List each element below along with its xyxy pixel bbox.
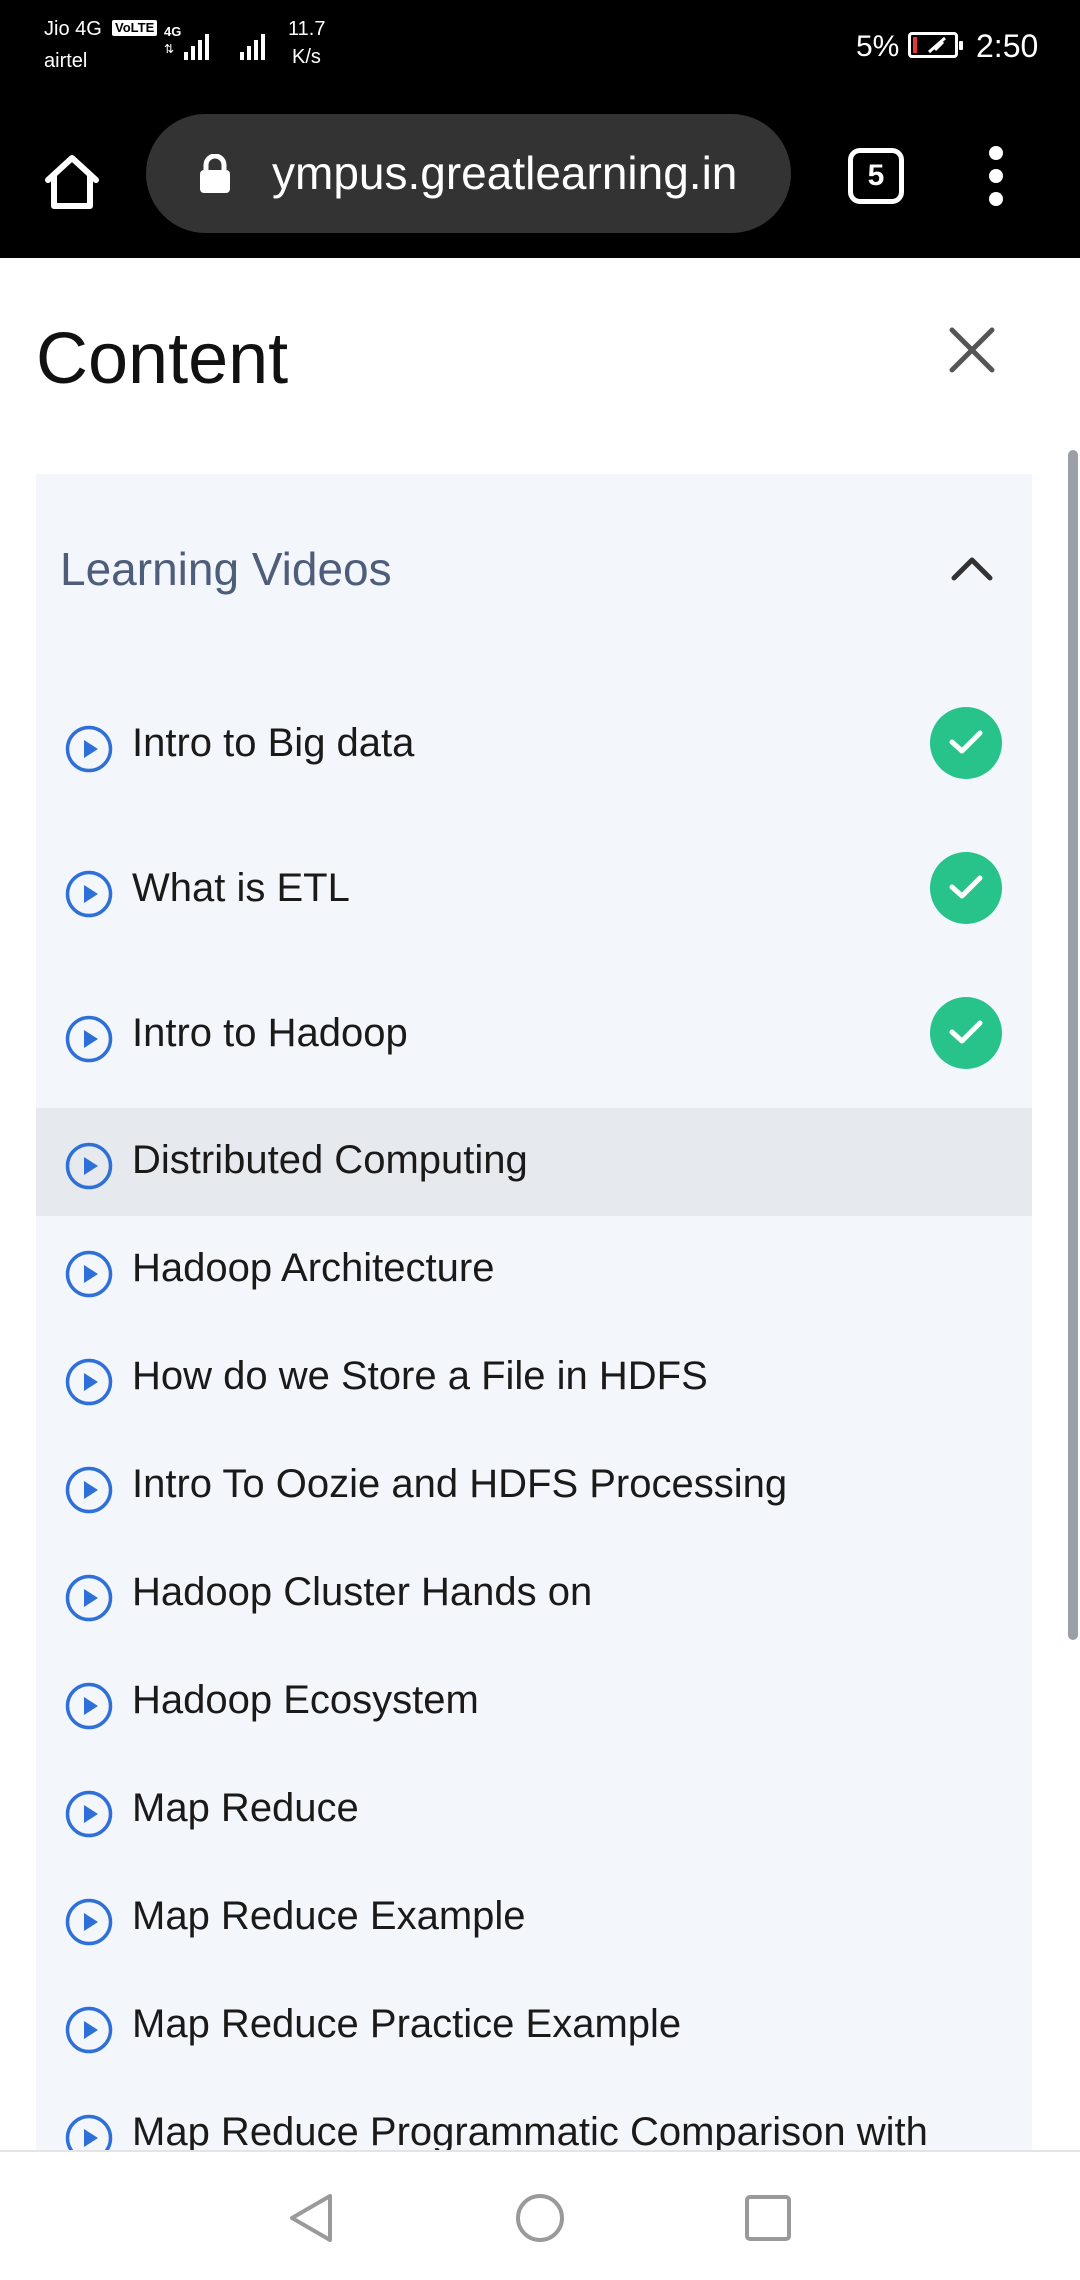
- recents-icon[interactable]: [744, 2194, 792, 2247]
- play-circle-icon: [65, 1142, 113, 1190]
- video-item[interactable]: Distributed Computing: [36, 1108, 1032, 1216]
- video-title: Map Reduce: [132, 1786, 359, 1830]
- video-title: Intro to Big data: [132, 720, 415, 765]
- lock-icon: [198, 153, 232, 194]
- play-circle-icon: [65, 1574, 113, 1622]
- data-speed-value: 11.7: [288, 18, 326, 40]
- section-title[interactable]: Learning Videos: [60, 542, 392, 596]
- video-item[interactable]: Map Reduce: [36, 1756, 1032, 1864]
- video-item[interactable]: Hadoop Architecture: [36, 1216, 1032, 1324]
- status-bar: Jio 4G VoLTE airtel 4G ⇅ 11.7 K/s 5% 2:5…: [0, 0, 1080, 100]
- battery-icon: [908, 32, 963, 58]
- play-circle-icon: [65, 1898, 113, 1946]
- overflow-menu-icon[interactable]: [978, 144, 1014, 208]
- video-title: Map Reduce Example: [132, 1894, 526, 1938]
- carrier-primary: Jio 4G: [44, 18, 102, 40]
- video-title: Distributed Computing: [132, 1138, 528, 1182]
- play-circle-icon: [65, 1682, 113, 1730]
- address-bar[interactable]: ympus.greatlearning.in: [146, 114, 791, 233]
- carrier-secondary: airtel: [44, 50, 88, 72]
- learning-videos-panel: Learning Videos Intro to Big data What is…: [36, 474, 1032, 2162]
- video-title: Hadoop Architecture: [132, 1246, 495, 1290]
- back-icon[interactable]: [286, 2192, 336, 2249]
- signal-strength-icon: [184, 28, 214, 60]
- clock: 2:50: [976, 28, 1039, 64]
- network-type: 4G: [164, 24, 182, 39]
- play-circle-icon: [65, 870, 113, 917]
- video-item[interactable]: Hadoop Cluster Hands on: [36, 1540, 1032, 1648]
- signal-strength-icon: [240, 28, 270, 60]
- video-title: What is ETL: [132, 865, 350, 910]
- video-title: Hadoop Cluster Hands on: [132, 1570, 593, 1614]
- video-item[interactable]: Map Reduce Example: [36, 1864, 1032, 1972]
- video-item[interactable]: How do we Store a File in HDFS: [36, 1324, 1032, 1432]
- play-circle-icon: [65, 725, 113, 772]
- video-item[interactable]: Intro To Oozie and HDFS Processing: [36, 1432, 1032, 1540]
- play-circle-icon: [65, 1015, 113, 1062]
- video-item[interactable]: Intro to Hadoop: [36, 962, 1032, 1107]
- system-nav-bar: [0, 2150, 1080, 2280]
- browser-toolbar: ympus.greatlearning.in 5: [0, 100, 1080, 258]
- video-item[interactable]: Hadoop Ecosystem: [36, 1648, 1032, 1756]
- url-text: ympus.greatlearning.in: [272, 147, 738, 199]
- video-title: Hadoop Ecosystem: [132, 1678, 479, 1722]
- completed-check-icon: [930, 851, 1002, 924]
- volte-badge: VoLTE: [112, 20, 158, 36]
- play-circle-icon: [65, 1250, 113, 1298]
- completed-check-icon: [930, 706, 1002, 779]
- video-title: Intro To Oozie and HDFS Processing: [132, 1462, 788, 1506]
- video-item[interactable]: Map Reduce Practice Example: [36, 1972, 1032, 2080]
- data-arrows-icon: ⇅: [164, 42, 175, 56]
- play-circle-icon: [65, 1358, 113, 1406]
- video-title: Map Reduce Practice Example: [132, 2002, 682, 2046]
- play-circle-icon: [65, 2006, 113, 2054]
- video-item[interactable]: Intro to Big data: [36, 672, 1032, 817]
- home-circle-icon[interactable]: [514, 2192, 566, 2249]
- play-circle-icon: [65, 1466, 113, 1514]
- video-item[interactable]: What is ETL: [36, 817, 1032, 962]
- tabs-button[interactable]: 5: [848, 148, 904, 204]
- video-title: Map Reduce Programmatic Comparison with: [132, 2110, 928, 2154]
- completed-check-icon: [930, 996, 1002, 1069]
- close-icon[interactable]: [946, 324, 998, 376]
- video-title: How do we Store a File in HDFS: [132, 1354, 708, 1398]
- video-title: Intro to Hadoop: [132, 1010, 408, 1055]
- play-circle-icon: [65, 1790, 113, 1838]
- data-speed-unit: K/s: [292, 46, 321, 68]
- battery-percent: 5%: [856, 30, 900, 63]
- page-title: Content: [36, 319, 289, 399]
- scrollbar[interactable]: [1068, 450, 1078, 1640]
- home-icon[interactable]: [40, 150, 104, 214]
- chevron-up-icon[interactable]: [948, 554, 996, 584]
